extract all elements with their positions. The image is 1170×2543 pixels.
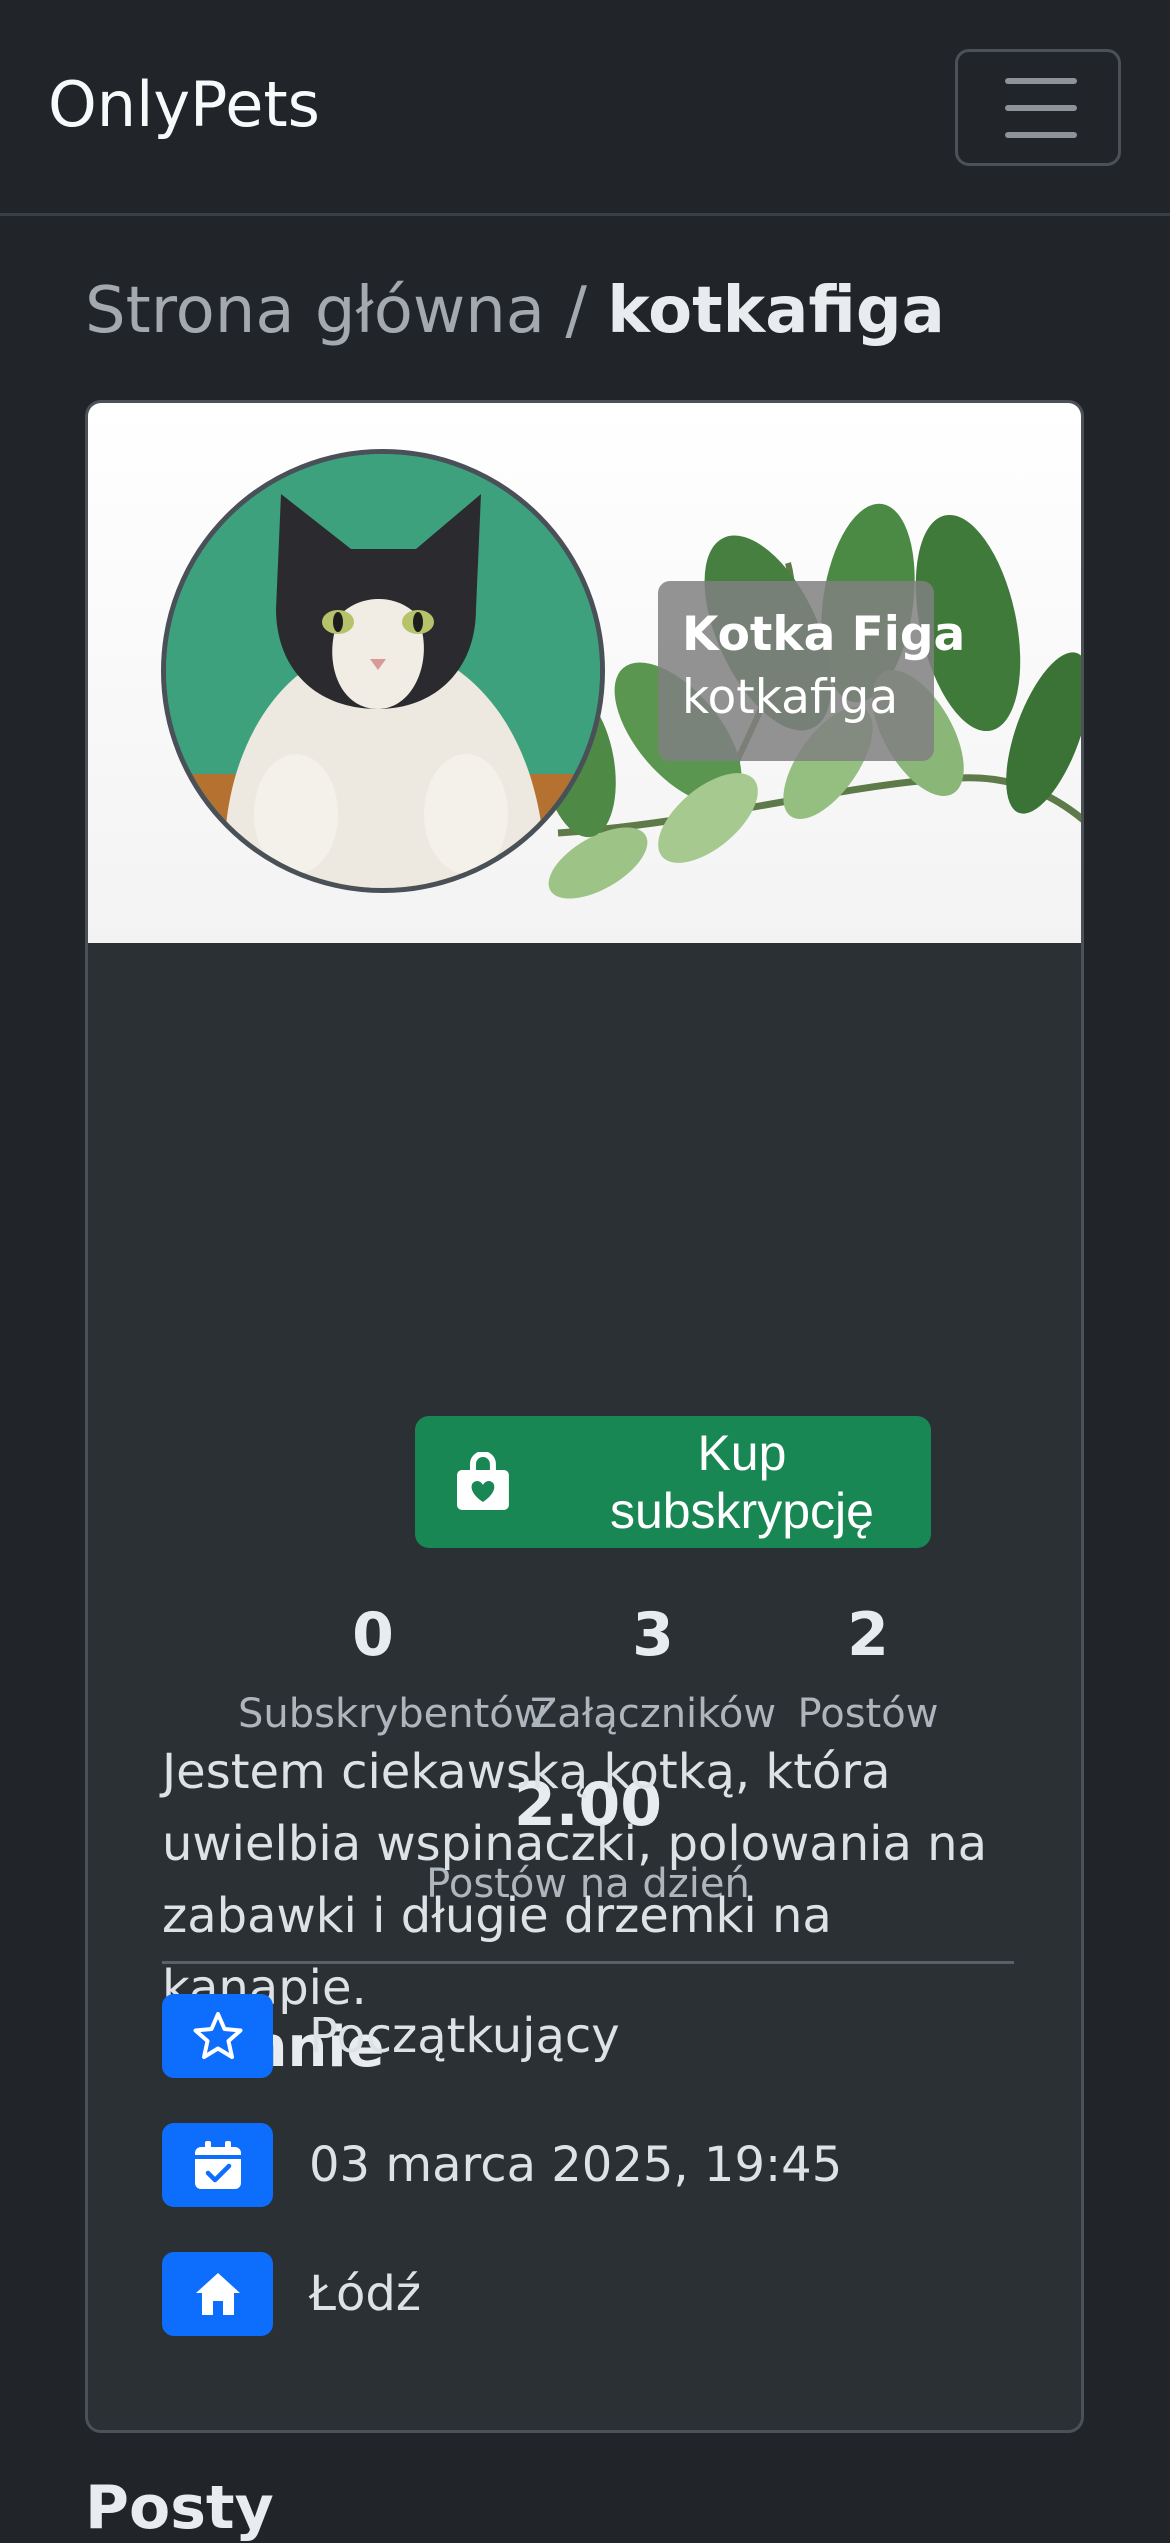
buy-subscription-button[interactable]: Kup subskrypcję [415, 1416, 931, 1548]
breadcrumb-separator: / [565, 274, 587, 348]
profile-display-name: Kotka Figa [682, 607, 966, 662]
brand-link[interactable]: OnlyPets [48, 74, 320, 136]
info-row-joined: 03 marca 2025, 19:45 [162, 2123, 842, 2207]
breadcrumb-home-link[interactable]: Strona główna [85, 274, 545, 348]
shopping-bag-heart-icon [456, 1452, 509, 1510]
info-row-rank: Początkujący [162, 1994, 620, 2078]
stat-value-subscribers: 0 [352, 1600, 394, 1670]
info-joined-text: 03 marca 2025, 19:45 [309, 2137, 843, 2193]
stat-label-attachments: Załączników [529, 1691, 777, 1737]
calendar-check-icon [162, 2123, 273, 2207]
about-text: Jestem ciekawską kotką, która uwielbia w… [162, 1744, 987, 2016]
profile-avatar [161, 449, 605, 893]
house-icon [162, 2252, 273, 2336]
stat-label-subscribers: Subskrybentów [238, 1691, 547, 1737]
stat-value-attachments: 3 [632, 1600, 674, 1670]
star-icon [162, 1994, 273, 2078]
info-rank-text: Początkujący [309, 2008, 620, 2064]
posts-heading: Posty [85, 2473, 274, 2543]
navbar: OnlyPets [0, 0, 1170, 216]
menu-toggle-button[interactable] [955, 49, 1121, 166]
breadcrumb-current: kotkafiga [607, 274, 945, 348]
stat-value-posts: 2 [847, 1600, 889, 1670]
hamburger-icon [1005, 78, 1077, 84]
info-row-location: Łódź [162, 2252, 421, 2336]
profile-name-box: Kotka Figa kotkafiga [658, 581, 966, 761]
buy-subscription-label: Kup subskrypcję [609, 1425, 874, 1539]
stat-label-posts: Postów [797, 1691, 939, 1737]
profile-card: Kotka Figa kotkafiga Kup subskrypcję 0 S… [85, 400, 1084, 2433]
breadcrumb: Strona główna / kotkafiga [85, 276, 945, 346]
profile-username: kotkafiga [682, 670, 899, 725]
profile-cover: Kotka Figa kotkafiga [88, 403, 1081, 943]
info-location-text: Łódź [309, 2266, 422, 2322]
cat-photo [166, 454, 600, 888]
